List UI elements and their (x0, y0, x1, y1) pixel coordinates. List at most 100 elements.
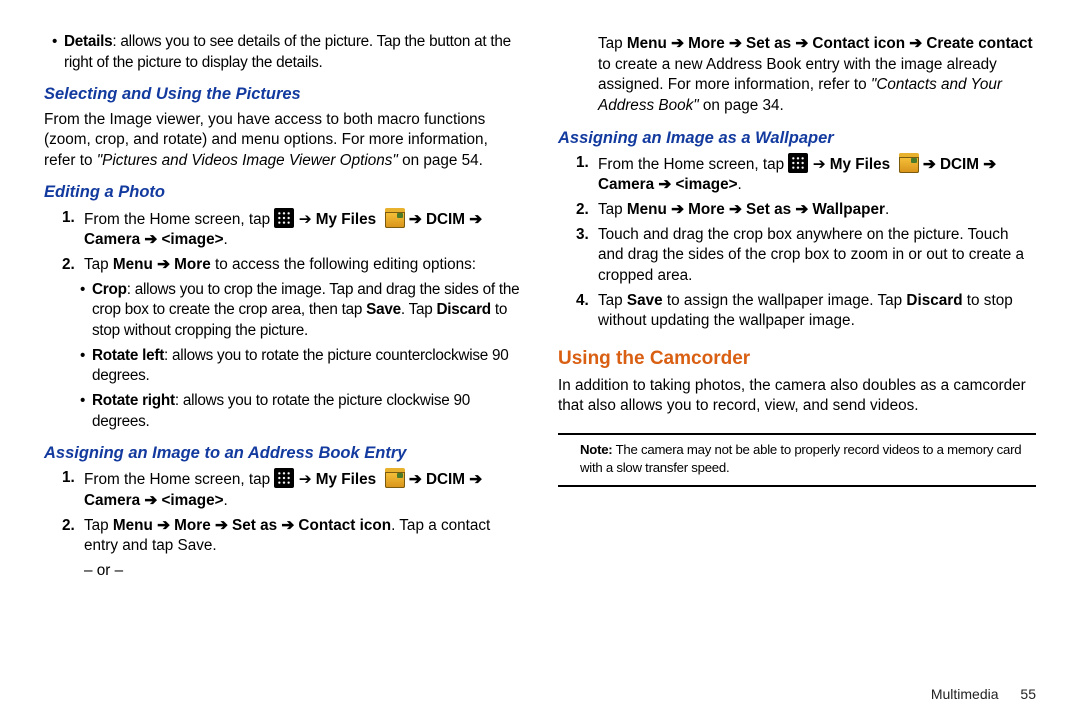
rotl-title: Rotate left (92, 347, 164, 364)
w-step1-a: From the Home screen, tap (598, 156, 788, 173)
note-label: Note: (580, 442, 612, 457)
bullet-details: • Details: allows you to see details of … (52, 32, 522, 73)
wall-step-1: 1. From the Home screen, tap ➔ My Files … (576, 153, 1036, 196)
w-step4-a: Tap (598, 292, 627, 309)
step-number: 1. (62, 208, 84, 251)
w-step4-b: to assign the wallpaper image. Tap (663, 292, 907, 309)
arrow-text: ➔ (813, 156, 830, 173)
wall-step-2: 2. Tap Menu ➔ More ➔ Set as ➔ Wallpaper. (576, 200, 1036, 221)
bullet-rotate-left: • Rotate left: allows you to rotate the … (80, 346, 522, 387)
step-number: 1. (62, 468, 84, 511)
left-column: • Details: allows you to see details of … (44, 30, 522, 680)
bullet-crop: • Crop: allows you to crop the image. Ta… (80, 280, 522, 342)
ab-step2-b: Menu ➔ More ➔ Set as ➔ Contact icon (113, 517, 391, 534)
w-step1-dot: . (738, 176, 742, 193)
wall-step-3: 3. Touch and drag the crop box anywhere … (576, 225, 1036, 287)
ab-step-1: 1. From the Home screen, tap ➔ My Files … (62, 468, 522, 511)
rotr-title: Rotate right (92, 392, 175, 409)
two-columns: • Details: allows you to see details of … (44, 30, 1036, 680)
ab-step1-a: From the Home screen, tap (84, 471, 274, 488)
edit-step-2: 2. Tap Menu ➔ More to access the followi… (62, 255, 522, 276)
manual-page: • Details: allows you to see details of … (0, 0, 1080, 720)
edit-step-1: 1. From the Home screen, tap ➔ My Files … (62, 208, 522, 251)
my-files-label: My Files (830, 156, 890, 173)
top-d: on page 34. (699, 97, 784, 114)
apps-grid-icon (274, 208, 294, 228)
crop-save: Save (366, 301, 401, 318)
step-number: 3. (576, 225, 598, 287)
selecting-para-b: on page 54. (398, 152, 483, 169)
folder-icon (385, 208, 405, 228)
folder-icon (899, 153, 919, 173)
footer-section: Multimedia (931, 686, 999, 702)
camcorder-para: In addition to taking photos, the camera… (558, 376, 1036, 417)
right-column: Tap Menu ➔ More ➔ Set as ➔ Contact icon … (558, 30, 1036, 680)
details-title: Details (64, 33, 112, 50)
my-files-label: My Files (316, 471, 376, 488)
w-step2-b: Menu ➔ More ➔ Set as ➔ Wallpaper (627, 201, 885, 218)
my-files-label: My Files (316, 211, 376, 228)
crop-discard: Discard (437, 301, 491, 318)
subhead-selecting: Selecting and Using the Pictures (44, 83, 522, 105)
w-step2-a: Tap (598, 201, 627, 218)
note-body: Note: The camera may not be able to prop… (558, 439, 1036, 481)
arrow-text: ➔ (299, 471, 316, 488)
step-body: Touch and drag the crop box anywhere on … (598, 225, 1036, 287)
step-body: Tap Menu ➔ More to access the following … (84, 255, 522, 276)
subhead-wallpaper: Assigning an Image as a Wallpaper (558, 127, 1036, 149)
step-number: 2. (576, 200, 598, 221)
step-body: From the Home screen, tap ➔ My Files ➔ D… (598, 153, 1036, 196)
bullet-rotate-right: • Rotate right: allows you to rotate the… (80, 391, 522, 432)
crop-mid: . Tap (401, 301, 437, 318)
bullet-body: Crop: allows you to crop the image. Tap … (92, 280, 522, 342)
section-camcorder: Using the Camcorder (558, 346, 1036, 372)
note-rule-top (558, 433, 1036, 435)
step-number: 4. (576, 291, 598, 332)
edit-step2-b: Menu ➔ More (113, 256, 211, 273)
step-body: Tap Menu ➔ More ➔ Set as ➔ Contact icon.… (84, 516, 522, 557)
step-body: Tap Save to assign the wallpaper image. … (598, 291, 1036, 332)
w-step4-save: Save (627, 292, 663, 309)
step-number: 1. (576, 153, 598, 196)
wall-step-4: 4. Tap Save to assign the wallpaper imag… (576, 291, 1036, 332)
bullet-dot: • (52, 32, 64, 73)
bullet-body: Rotate right: allows you to rotate the p… (92, 391, 522, 432)
page-footer: Multimedia 55 (44, 680, 1036, 702)
step-number: 2. (62, 255, 84, 276)
step-number: 2. (62, 516, 84, 557)
subhead-editing: Editing a Photo (44, 181, 522, 203)
bullet-dot: • (80, 280, 92, 342)
note-text: The camera may not be able to properly r… (580, 442, 1021, 475)
or-separator: – or – (84, 561, 522, 582)
edit-step2-c: to access the following editing options: (211, 256, 476, 273)
top-b: Menu ➔ More ➔ Set as ➔ Contact icon ➔ Cr… (627, 35, 1033, 52)
bullet-dot: • (80, 391, 92, 432)
bullet-body: Details: allows you to see details of th… (64, 32, 522, 73)
selecting-para-ref: "Pictures and Videos Image Viewer Option… (97, 152, 398, 169)
edit-step1-a: From the Home screen, tap (84, 211, 274, 228)
step-body: Tap Menu ➔ More ➔ Set as ➔ Wallpaper. (598, 200, 1036, 221)
bullet-body: Rotate left: allows you to rotate the pi… (92, 346, 522, 387)
selecting-para: From the Image viewer, you have access t… (44, 110, 522, 172)
bullet-dot: • (80, 346, 92, 387)
note-rule-bottom (558, 485, 1036, 487)
crop-title: Crop (92, 281, 127, 298)
edit-step1-dot: . (224, 231, 228, 248)
step-body: From the Home screen, tap ➔ My Files ➔ D… (84, 468, 522, 511)
apps-grid-icon (274, 468, 294, 488)
details-text: : allows you to see details of the pictu… (64, 33, 511, 71)
step-body: From the Home screen, tap ➔ My Files ➔ D… (84, 208, 522, 251)
subhead-assign-ab: Assigning an Image to an Address Book En… (44, 442, 522, 464)
create-contact-para: Tap Menu ➔ More ➔ Set as ➔ Contact icon … (598, 34, 1036, 117)
footer-page-number: 55 (1020, 686, 1036, 702)
w-step4-discard: Discard (906, 292, 962, 309)
top-a: Tap (598, 35, 627, 52)
ab-step1-dot: . (224, 492, 228, 509)
edit-step2-a: Tap (84, 256, 113, 273)
ab-step2-a: Tap (84, 517, 113, 534)
ab-step-2: 2. Tap Menu ➔ More ➔ Set as ➔ Contact ic… (62, 516, 522, 557)
apps-grid-icon (788, 153, 808, 173)
arrow-text: ➔ (299, 211, 316, 228)
w-step2-dot: . (885, 201, 889, 218)
folder-icon (385, 468, 405, 488)
